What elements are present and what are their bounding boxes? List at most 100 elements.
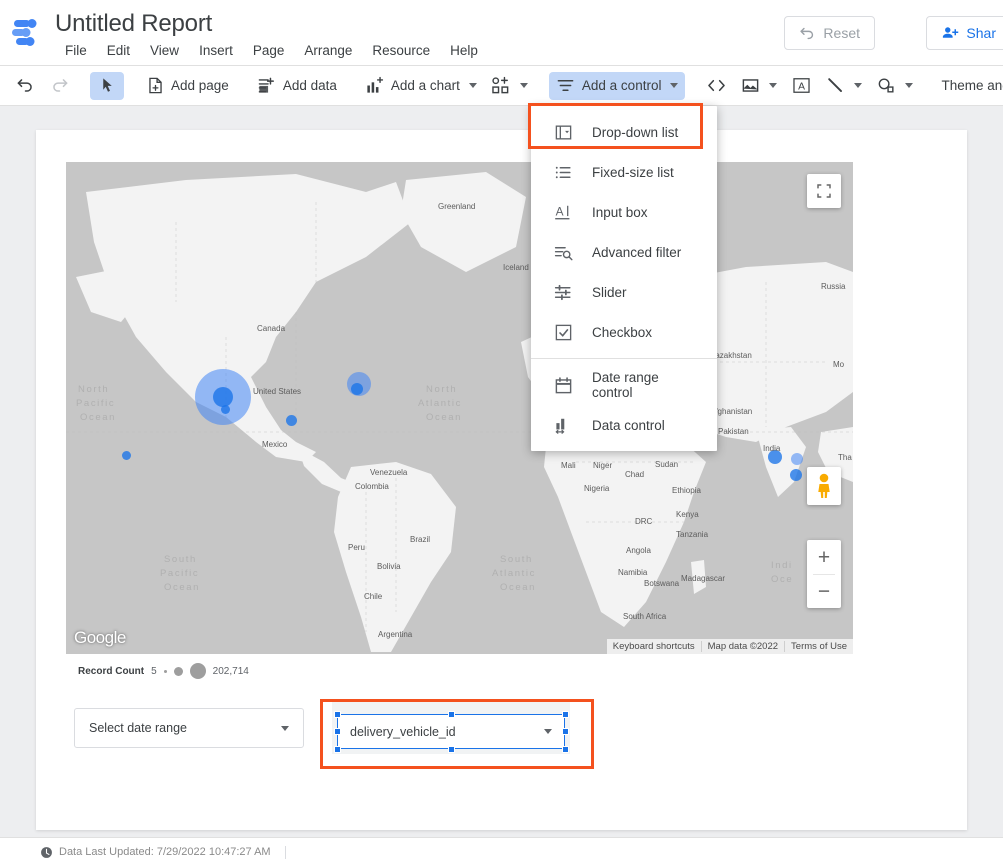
menu-view[interactable]: View <box>140 40 189 61</box>
menu-item-fixed-size-list[interactable]: Fixed-size list <box>531 152 717 192</box>
resize-handle-nw[interactable] <box>334 711 341 718</box>
map-attribution: Keyboard shortcuts Map data ©2022 Terms … <box>607 639 853 654</box>
legend-min-value: 5 <box>151 666 157 677</box>
community-visualization-button[interactable] <box>484 72 535 100</box>
map-label: South <box>164 554 197 565</box>
chevron-down-icon <box>854 83 862 88</box>
menu-edit[interactable]: Edit <box>97 40 140 61</box>
insert-image-button[interactable] <box>733 72 784 100</box>
map-bubble[interactable] <box>351 383 363 395</box>
undo-button[interactable] <box>8 72 42 100</box>
menu-file[interactable]: File <box>55 40 97 61</box>
slider-icon <box>553 282 573 302</box>
resize-handle-ne[interactable] <box>562 711 569 718</box>
input-box-icon: A <box>553 202 573 222</box>
google-logo: Google <box>74 628 126 648</box>
map-label: Namibia <box>618 568 647 577</box>
map-label: Canada <box>257 324 285 333</box>
menu-resource[interactable]: Resource <box>362 40 440 61</box>
redo-button[interactable] <box>42 72 76 100</box>
map-bubble[interactable] <box>791 453 803 465</box>
menu-item-date-range-control[interactable]: Date range control <box>531 365 717 405</box>
add-chart-button[interactable]: Add a chart <box>358 72 484 100</box>
line-icon <box>825 76 845 96</box>
map-bubble[interactable] <box>122 451 131 460</box>
add-data-button[interactable]: Add data <box>250 72 344 100</box>
dropdown-list-icon <box>553 122 573 142</box>
add-page-label: Add page <box>171 78 229 93</box>
menu-item-data-control[interactable]: Data control <box>531 405 717 445</box>
delivery-vehicle-id-dropdown[interactable]: delivery_vehicle_id <box>337 714 565 749</box>
insert-line-button[interactable] <box>818 72 869 100</box>
map-bubble[interactable] <box>286 415 297 426</box>
map-label: Russia <box>821 282 845 291</box>
report-page-canvas[interactable]: GreenlandIcelandCanadaUnited StatesMexic… <box>36 130 967 830</box>
menu-item-drop-down-list[interactable]: Drop-down list <box>531 112 717 152</box>
map-zoom-out-button[interactable]: − <box>807 575 841 608</box>
map-bubble[interactable] <box>213 387 233 407</box>
geo-bubble-map-chart[interactable]: GreenlandIcelandCanadaUnited StatesMexic… <box>66 162 853 654</box>
menu-item-input-box[interactable]: A Input box <box>531 192 717 232</box>
keyboard-shortcuts-link[interactable]: Keyboard shortcuts <box>607 641 701 652</box>
refresh-clock-icon <box>40 846 53 859</box>
map-legend: Record Count 5 202,714 <box>78 663 249 679</box>
date-range-control[interactable]: Select date range <box>74 708 304 748</box>
embed-button[interactable] <box>699 72 733 100</box>
add-page-button[interactable]: Add page <box>138 72 236 100</box>
page-title[interactable]: Untitled Report <box>55 10 212 38</box>
legend-title: Record Count <box>78 666 144 677</box>
menu-item-slider[interactable]: Slider <box>531 272 717 312</box>
chevron-down-icon <box>544 729 552 734</box>
menu-item-advanced-filter[interactable]: Advanced filter <box>531 232 717 272</box>
resize-handle-s[interactable] <box>448 746 455 753</box>
map-data-copyright: Map data ©2022 <box>701 641 784 652</box>
map-label: DRC <box>635 517 652 526</box>
calendar-icon <box>553 375 573 395</box>
map-zoom-in-button[interactable]: + <box>807 541 841 574</box>
resize-handle-w[interactable] <box>334 728 341 735</box>
menu-page[interactable]: Page <box>243 40 295 61</box>
map-label: Chad <box>625 470 644 479</box>
resize-handle-se[interactable] <box>562 746 569 753</box>
reset-button[interactable]: Reset <box>784 16 875 50</box>
map-label: Mali <box>561 461 576 470</box>
menu-insert[interactable]: Insert <box>189 40 243 61</box>
theme-and-layout-button[interactable]: Theme and layout <box>934 72 1003 100</box>
report-workspace: GreenlandIcelandCanadaUnited StatesMexic… <box>0 106 1003 837</box>
menu-arrange[interactable]: Arrange <box>294 40 362 61</box>
date-range-label: Select date range <box>89 721 187 735</box>
select-tool-button[interactable] <box>90 72 124 100</box>
menu-item-checkbox[interactable]: Checkbox <box>531 312 717 352</box>
map-label: Botswana <box>644 579 679 588</box>
add-chart-label: Add a chart <box>391 78 460 93</box>
embed-code-icon <box>706 76 726 96</box>
map-bubble[interactable] <box>790 469 802 481</box>
map-fullscreen-button[interactable] <box>807 174 841 208</box>
data-studio-logo-icon <box>12 18 46 48</box>
terms-of-use-link[interactable]: Terms of Use <box>784 641 853 652</box>
resize-handle-sw[interactable] <box>334 746 341 753</box>
menu-item-label: Data control <box>592 418 665 433</box>
page-plus-icon <box>145 76 165 96</box>
chevron-down-icon <box>670 83 678 88</box>
street-view-pegman-button[interactable] <box>807 467 841 505</box>
menu-item-label: Advanced filter <box>592 245 681 260</box>
fixed-size-list-icon <box>553 162 573 182</box>
menu-help[interactable]: Help <box>440 40 488 61</box>
resize-handle-n[interactable] <box>448 711 455 718</box>
map-label: Atlantic <box>492 568 536 579</box>
resize-handle-e[interactable] <box>562 728 569 735</box>
map-label: Indi <box>771 560 793 571</box>
status-bar: Data Last Updated: 7/29/2022 10:47:27 AM <box>0 837 1003 866</box>
map-zoom-controls[interactable]: + − <box>807 540 841 608</box>
map-label: United States <box>253 387 301 396</box>
map-bubble[interactable] <box>221 405 230 414</box>
add-control-menu[interactable]: Drop-down list Fixed-size list A Input b… <box>531 106 717 451</box>
dropdown-control-container[interactable]: delivery_vehicle_id <box>332 702 570 754</box>
insert-text-button[interactable]: A <box>784 72 818 100</box>
image-icon <box>740 76 760 96</box>
reset-label: Reset <box>823 25 860 41</box>
share-button[interactable]: Shar <box>926 16 1003 50</box>
insert-shape-button[interactable] <box>869 72 920 100</box>
add-control-button[interactable]: Add a control <box>549 72 686 100</box>
